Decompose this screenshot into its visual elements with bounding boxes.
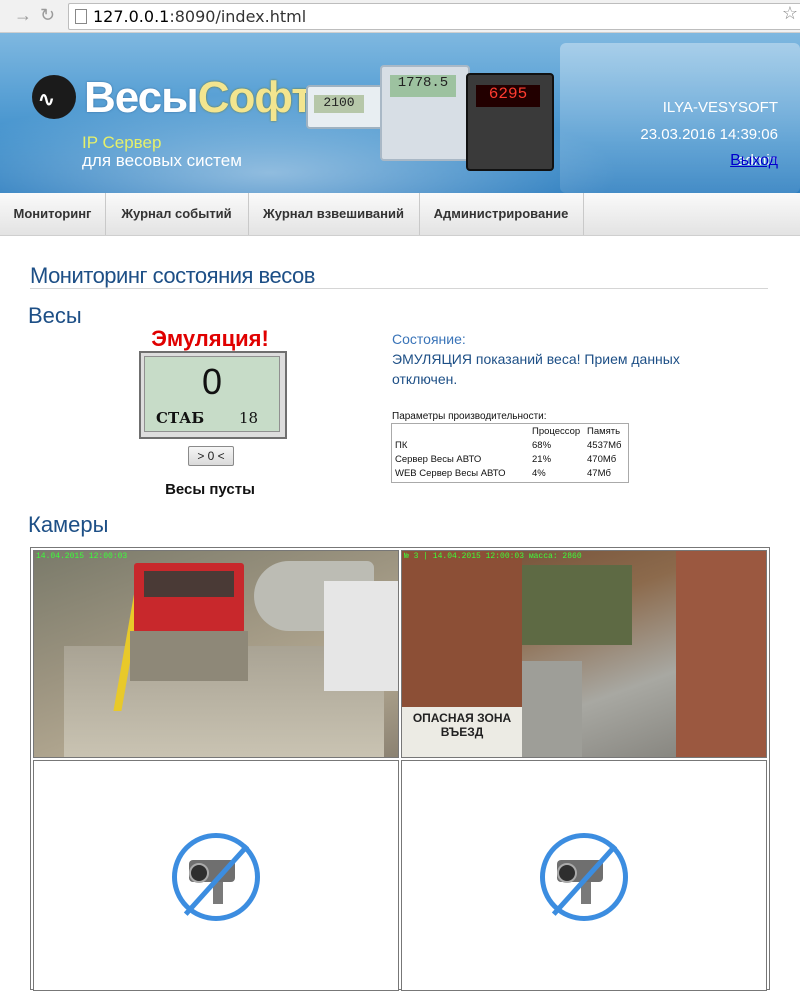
table-row: Сервер Весы АВТО 21% 470Мб (392, 454, 628, 468)
table-row: WEB Сервер Весы АВТО 4% 47Мб (392, 468, 628, 482)
address-host: 127.0.0.1 (93, 7, 170, 26)
logo-subtitle-1: IP Сервер (82, 133, 162, 152)
scale-device-1: 2100 (306, 85, 388, 129)
table-header-cpu: Процессор (532, 426, 581, 437)
address-bar[interactable]: 127.0.0.1:8090/index.html (68, 3, 800, 30)
camera-4-feed[interactable] (401, 760, 767, 991)
reload-icon[interactable]: ↻ (40, 6, 55, 24)
table-cell: WEB Сервер Весы АВТО (395, 468, 506, 479)
header-user: ILYA-VESYSOFT (662, 99, 778, 116)
table-cell: 47Мб (587, 468, 611, 479)
table-header-memory: Память (587, 426, 621, 437)
device-3-display: 6295 (476, 85, 540, 107)
camera-disabled-icon (540, 833, 628, 921)
device-2-display: 1778.5 (390, 75, 456, 97)
table-cell: Сервер Весы АВТО (395, 454, 482, 465)
scale-status: СТАБ (156, 409, 205, 427)
performance-label: Параметры производительности: (392, 411, 547, 422)
table-row: ПК 68% 4537Мб (392, 440, 628, 454)
scale-display-screen: 0 СТАБ 18 (144, 356, 280, 432)
title-divider (30, 288, 768, 289)
state-label: Состояние: (392, 331, 466, 347)
scales-section-title: Весы (28, 303, 82, 328)
logo-mark-icon: ∿ (32, 75, 76, 119)
camera-2-feed[interactable]: ОПАСНАЯ ЗОНА ВЪЕЗД № 3 | 14.04.2015 12:0… (401, 550, 767, 758)
bookmark-star-icon[interactable]: ☆ (782, 3, 798, 24)
emulation-label: Эмуляция! (151, 326, 269, 351)
nav-weighing-log[interactable]: Журнал взвешиваний (248, 193, 420, 235)
main-nav: Мониторинг Журнал событий Журнал взвешив… (0, 193, 800, 236)
scale-weight-value: 0 (201, 361, 223, 402)
cam1-truck-window (144, 571, 234, 597)
camera-3-feed[interactable] (33, 760, 399, 991)
cam1-timestamp: 14.04.2015 12:00:03 (36, 552, 128, 561)
table-header-row: Процессор Память (392, 426, 628, 440)
cameras-section-title: Камеры (28, 512, 109, 537)
page-icon (75, 9, 87, 24)
cam2-brick-wall-right (676, 551, 766, 757)
scale-device-3: 6295 (466, 73, 554, 171)
zero-button[interactable]: > 0 < (188, 446, 234, 466)
scales-empty-label: Весы пусты (165, 481, 255, 498)
camera-1-feed[interactable]: 14.04.2015 12:00:03 (33, 550, 399, 758)
page-title: Мониторинг состояния весов (30, 263, 315, 288)
logo-subtitle-2: для весовых систем (82, 151, 242, 170)
nav-monitoring[interactable]: Мониторинг (0, 193, 106, 235)
camera-grid: 14.04.2015 12:00:03 ОПАСНАЯ ЗОНА ВЪЕЗД №… (30, 547, 770, 991)
address-path: :8090/index.html (169, 7, 307, 26)
camera-lens (189, 863, 209, 883)
nav-event-log[interactable]: Журнал событий (105, 193, 249, 235)
cam2-booth (522, 661, 582, 757)
logo-part2: Софт (197, 73, 313, 122)
table-cell: 470Мб (587, 454, 617, 465)
cam2-timestamp: № 3 | 14.04.2015 12:00:03 масса: 2860 (404, 552, 582, 561)
performance-table: Процессор Память ПК 68% 4537Мб Сервер Ве… (391, 423, 629, 483)
cam1-truck-body (130, 631, 248, 681)
logo-wave-icon: ∿ (38, 89, 55, 111)
logo-text: ВесыСофт (84, 73, 313, 123)
header-truck-image (560, 43, 800, 193)
cam1-red-truck (134, 563, 244, 633)
cam2-warning-sign: ОПАСНАЯ ЗОНА ВЪЕЗД (402, 707, 522, 757)
nav-administration[interactable]: Администрирование (419, 193, 584, 235)
scale-device-2: 1778.5 (380, 65, 470, 161)
logout-link[interactable]: Выход (730, 152, 778, 170)
table-cell: 4% (532, 468, 546, 479)
table-cell: 21% (532, 454, 552, 465)
camera-disabled-icon (172, 833, 260, 921)
address-url: 127.0.0.1:8090/index.html (93, 7, 306, 26)
camera-lens (557, 863, 577, 883)
site-header: ∿ ВесыСофт IP Сервер для весовых систем … (0, 33, 800, 193)
scale-display: 0 СТАБ 18 (139, 351, 287, 439)
header-datetime: 23.03.2016 14:39:06 (640, 126, 778, 143)
cam1-white-cab (324, 581, 398, 691)
table-cell: 68% (532, 440, 552, 451)
browser-toolbar: → ↻ 127.0.0.1:8090/index.html ☆ (0, 0, 800, 33)
device-1-display: 2100 (314, 95, 364, 113)
logo-part1: Весы (84, 73, 199, 122)
scale-code: 18 (239, 409, 259, 427)
state-text: ЭМУЛЯЦИЯ показаний веса! Прием данных от… (392, 351, 680, 387)
cam2-truck (522, 565, 632, 645)
table-cell: ПК (395, 440, 408, 451)
table-cell: 4537Мб (587, 440, 622, 451)
back-arrow-icon[interactable]: → (14, 6, 32, 24)
